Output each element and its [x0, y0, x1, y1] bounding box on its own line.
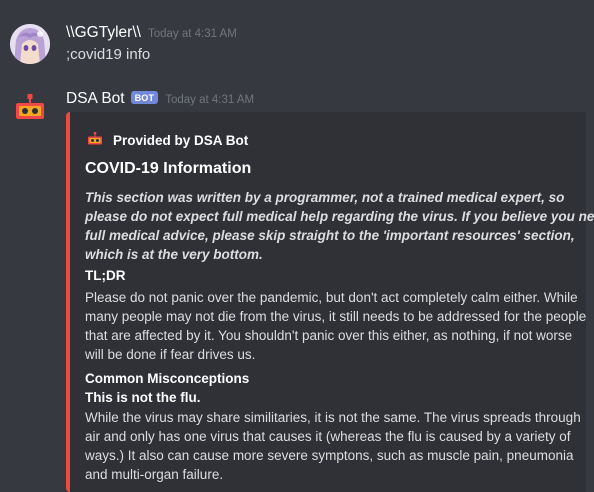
field-value-misconceptions: While the virus may share similitaries, …	[85, 408, 581, 484]
embed-author-name: Provided by DSA Bot	[113, 132, 249, 148]
username[interactable]: DSA Bot	[66, 90, 125, 108]
message-header: DSA Bot BOT Today at 4:31 AM	[66, 90, 254, 108]
field-value-line: ways.) It also can cause more severe sym…	[85, 448, 574, 463]
field-value-line: Please do not panic over the pandemic, b…	[85, 290, 578, 305]
embed-author: Provided by DSA Bot	[85, 130, 248, 150]
field-value-line: that are affected by it. You shouldn't p…	[85, 328, 573, 343]
robot-icon	[16, 94, 44, 119]
field-subheading: This is not the flu.	[85, 390, 201, 405]
field-value-line: While the virus may share similitaries, …	[85, 410, 581, 425]
field-name-tldr: TL;DR	[85, 268, 126, 283]
field-value-line: air and only has one virus that causes i…	[85, 429, 571, 444]
field-value-line: and multi-organ failure.	[85, 467, 224, 482]
description-line: full medical advice, please skip straigh…	[85, 228, 575, 243]
embed: Provided by DSA Bot COVID-19 Information…	[66, 112, 594, 492]
field-value-line: will be done if fear drives us.	[85, 347, 256, 362]
embed-title: COVID-19 Information	[85, 160, 252, 177]
timestamp: Today at 4:31 AM	[165, 94, 255, 106]
field-value-line: many people may not die from the virus, …	[85, 309, 587, 324]
robot-icon	[88, 132, 102, 145]
bot-tag: BOT	[130, 91, 159, 104]
message-dsa-bot: DSA Bot BOT Today at 4:31 AM Provided by…	[0, 0, 594, 492]
description-line: please do not expect full medical help r…	[85, 209, 594, 224]
description-line: This section was written by a programmer…	[85, 190, 565, 205]
field-name-misconceptions: Common Misconceptions	[85, 371, 250, 386]
field-value-tldr: Please do not panic over the pandemic, b…	[85, 288, 587, 364]
description-line: which is at the very bottom.	[85, 247, 263, 262]
bot-avatar[interactable]	[10, 90, 50, 130]
embed-description: This section was written by a programmer…	[85, 188, 594, 264]
